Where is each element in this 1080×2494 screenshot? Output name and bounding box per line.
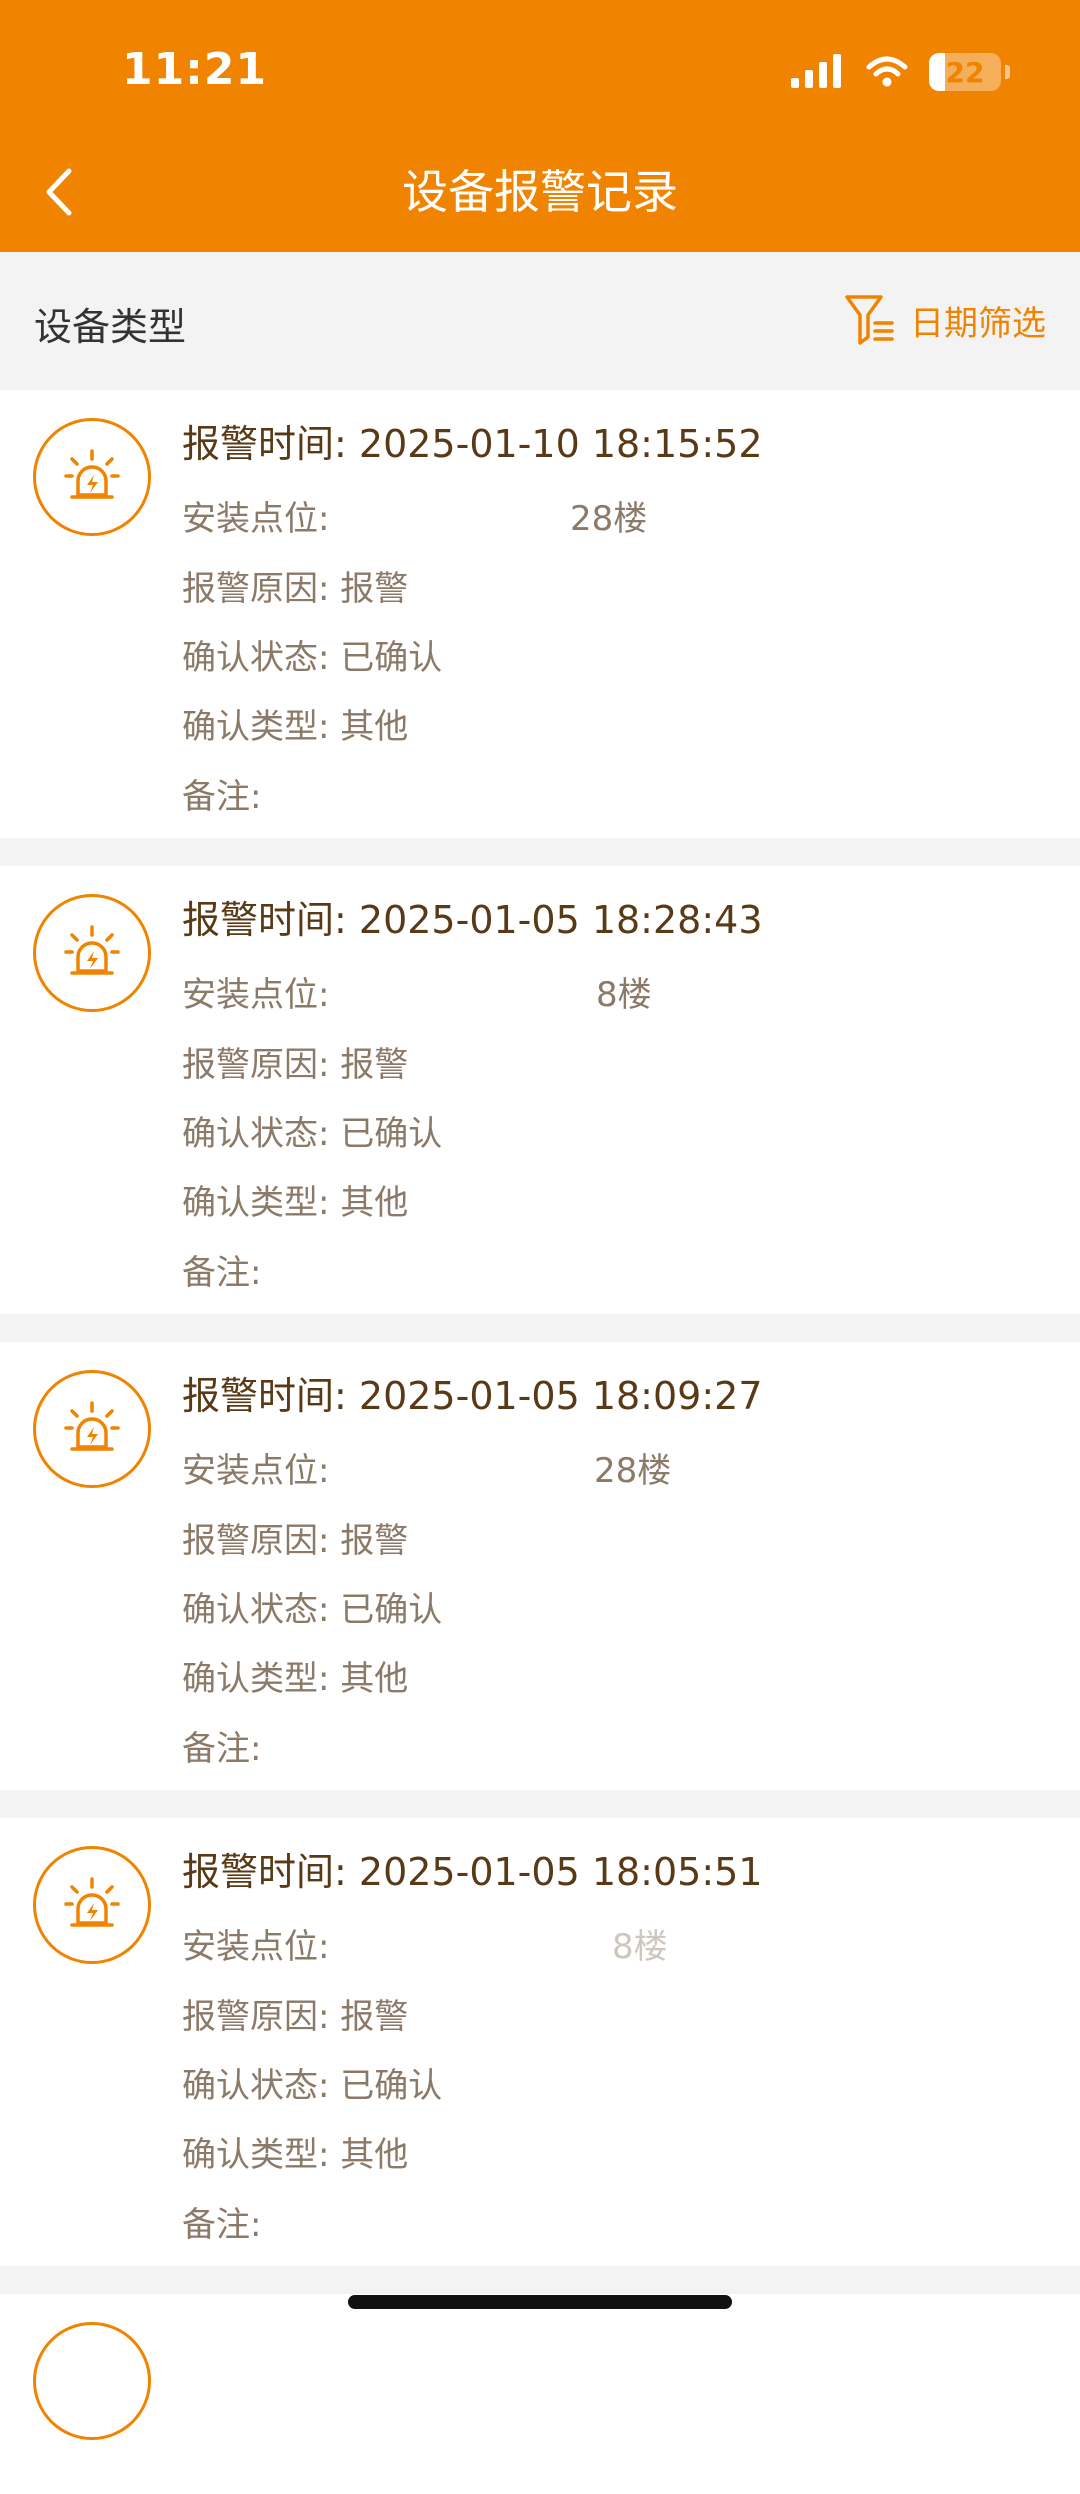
- alarm-time-label: 报警时间:: [182, 898, 347, 942]
- confirm-status-value: 已确认: [340, 638, 443, 678]
- location-value: 8楼: [596, 975, 652, 1015]
- confirm-type-label: 确认类型:: [182, 707, 330, 747]
- battery-level: 22: [945, 55, 985, 89]
- location-label: 安装点位:: [182, 499, 330, 539]
- confirm-type-label: 确认类型:: [182, 1659, 330, 1699]
- filter-bar: 设备类型 日期筛选: [0, 252, 1080, 390]
- alarm-time: 报警时间: 2025-01-05 18:28:43: [182, 894, 763, 946]
- date-filter-label: 日期筛选: [910, 303, 1046, 344]
- home-indicator: [348, 2295, 732, 2309]
- battery-tip: [1005, 65, 1010, 79]
- confirm-status-label: 确认状态:: [182, 1590, 330, 1630]
- reason-label: 报警原因:: [182, 1997, 330, 2037]
- alarm-time-label: 报警时间:: [182, 1850, 347, 1894]
- alarm-record-card[interactable]: 报警时间: 2025-01-05 18:09:27 安装点位: 28楼 报警原因…: [0, 1342, 1080, 1790]
- alarm-light-icon: [33, 418, 151, 536]
- location-value: 28楼: [594, 1451, 672, 1491]
- alarm-time-label: 报警时间:: [182, 1374, 347, 1418]
- confirm-type: 确认类型: 其他: [182, 704, 408, 750]
- alarm-time-value: 2025-01-05 18:09:27: [358, 1374, 763, 1418]
- reason-label: 报警原因:: [182, 569, 330, 609]
- alarm-record-card[interactable]: 报警时间: 2025-01-05 18:05:51 安装点位: 8楼 报警原因:…: [0, 1818, 1080, 2266]
- confirm-type: 确认类型: 其他: [182, 1656, 408, 1702]
- alarm-record-list: 报警时间: 2025-01-10 18:15:52 安装点位: 28楼 报警原因…: [0, 390, 1080, 2494]
- confirm-type-value: 其他: [340, 1659, 409, 1699]
- confirm-status: 确认状态: 已确认: [182, 1111, 442, 1157]
- location-label: 安装点位:: [182, 975, 330, 1015]
- confirm-type-value: 其他: [340, 1183, 409, 1223]
- confirm-status-label: 确认状态:: [182, 1114, 330, 1154]
- location-value: 28楼: [570, 499, 648, 539]
- alarm-record-card-partial[interactable]: [0, 2294, 1080, 2494]
- alarm-light-icon: [33, 1846, 151, 1964]
- status-icons: 22: [789, 50, 1010, 94]
- signal-icon: [791, 54, 841, 88]
- alarm-reason: 报警原因: 报警: [182, 1042, 408, 1088]
- alarm-time-label: 报警时间:: [182, 422, 347, 466]
- battery-icon: 22: [929, 53, 1001, 91]
- confirm-type: 确认类型: 其他: [182, 2132, 408, 2178]
- confirm-status: 确认状态: 已确认: [182, 635, 442, 681]
- confirm-type-label: 确认类型:: [182, 1183, 330, 1223]
- alarm-reason: 报警原因: 报警: [182, 1518, 408, 1564]
- alarm-light-icon: [33, 894, 151, 1012]
- app-header: 11:21 22 设备报警记录: [0, 0, 1080, 252]
- confirm-status: 确认状态: 已确认: [182, 2063, 442, 2109]
- reason-value: 报警: [340, 1045, 409, 1085]
- location-label: 安装点位:: [182, 1927, 330, 1967]
- confirm-status-value: 已确认: [340, 1114, 443, 1154]
- date-filter-button[interactable]: 日期筛选: [844, 292, 1046, 348]
- alarm-light-icon: [33, 2322, 151, 2440]
- reason-value: 报警: [340, 1521, 409, 1561]
- reason-label: 报警原因:: [182, 1045, 330, 1085]
- alarm-time-value: 2025-01-05 18:05:51: [358, 1850, 763, 1894]
- confirm-type-value: 其他: [340, 2135, 409, 2175]
- confirm-type-value: 其他: [340, 707, 409, 747]
- location-label: 安装点位:: [182, 1451, 330, 1491]
- confirm-type-label: 确认类型:: [182, 2135, 330, 2175]
- confirm-status-value: 已确认: [340, 2066, 443, 2106]
- alarm-time-value: 2025-01-05 18:28:43: [358, 898, 763, 942]
- reason-value: 报警: [340, 569, 409, 609]
- alarm-light-icon: [33, 1370, 151, 1488]
- alarm-record-card[interactable]: 报警时间: 2025-01-05 18:28:43 安装点位: 8楼 报警原因:…: [0, 866, 1080, 1314]
- alarm-record-card[interactable]: 报警时间: 2025-01-10 18:15:52 安装点位: 28楼 报警原因…: [0, 390, 1080, 838]
- confirm-status-label: 确认状态:: [182, 638, 330, 678]
- remark-label: 备注:: [182, 1729, 262, 1769]
- alarm-time: 报警时间: 2025-01-05 18:09:27: [182, 1370, 763, 1422]
- remark-label: 备注:: [182, 777, 262, 817]
- reason-value: 报警: [340, 1997, 409, 2037]
- remark: 备注:: [182, 1250, 261, 1296]
- remark: 备注:: [182, 774, 261, 820]
- location-value: 8楼: [612, 1927, 668, 1967]
- remark: 备注:: [182, 1726, 261, 1772]
- device-type-selector[interactable]: 设备类型: [34, 296, 186, 351]
- alarm-reason: 报警原因: 报警: [182, 1994, 408, 2040]
- confirm-status-label: 确认状态:: [182, 2066, 330, 2106]
- alarm-time: 报警时间: 2025-01-10 18:15:52: [182, 418, 763, 470]
- status-time: 11:21: [122, 44, 268, 95]
- remark-label: 备注:: [182, 2205, 262, 2245]
- confirm-status: 确认状态: 已确认: [182, 1587, 442, 1633]
- remark-label: 备注:: [182, 1253, 262, 1293]
- confirm-type: 确认类型: 其他: [182, 1180, 408, 1226]
- alarm-reason: 报警原因: 报警: [182, 566, 408, 612]
- remark: 备注:: [182, 2202, 261, 2248]
- alarm-time-value: 2025-01-10 18:15:52: [358, 422, 763, 466]
- confirm-status-value: 已确认: [340, 1590, 443, 1630]
- wifi-icon: [866, 56, 908, 87]
- reason-label: 报警原因:: [182, 1521, 330, 1561]
- page-title: 设备报警记录: [402, 165, 678, 219]
- funnel-icon: [845, 295, 894, 345]
- alarm-time: 报警时间: 2025-01-05 18:05:51: [182, 1846, 763, 1898]
